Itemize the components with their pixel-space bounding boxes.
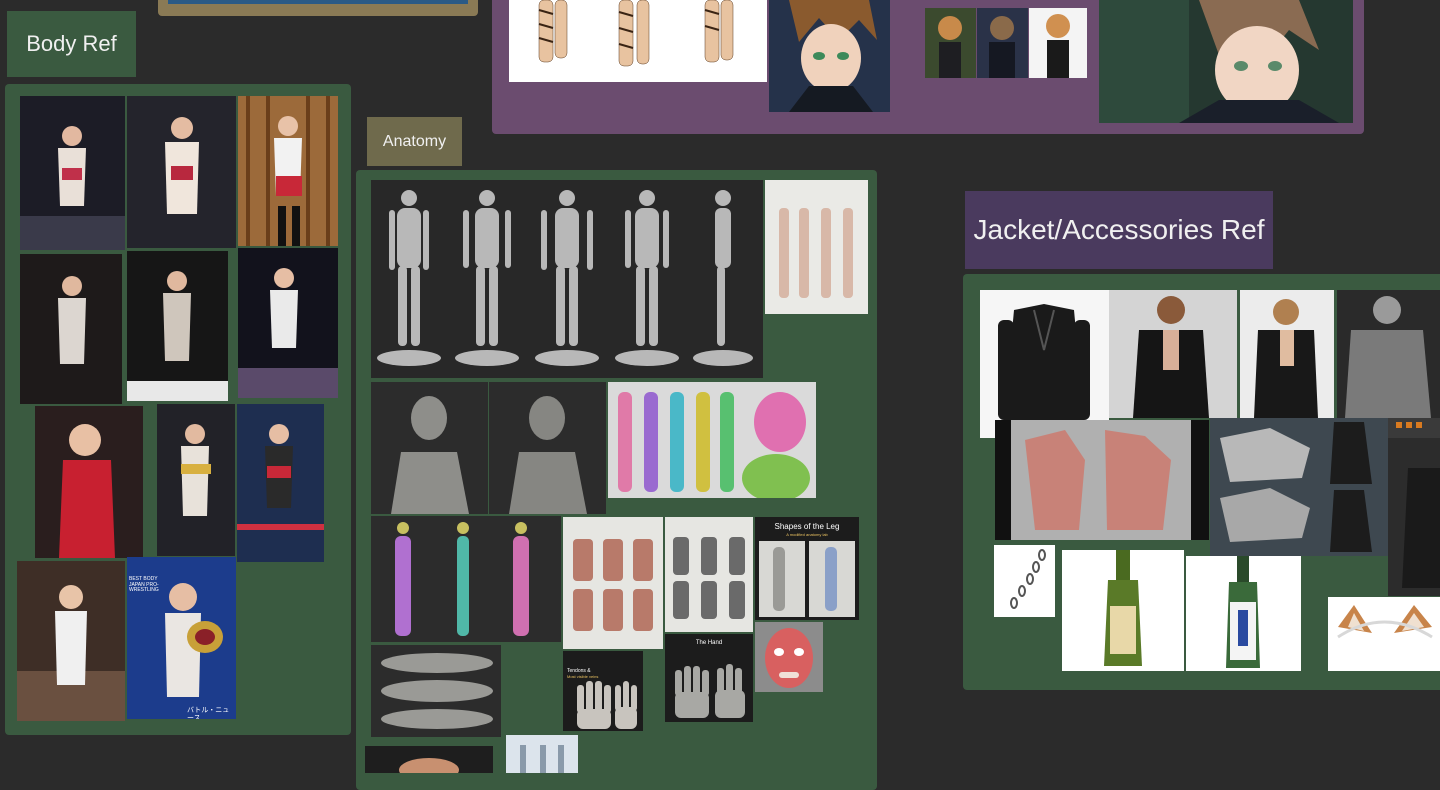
tiger-legs-image[interactable] xyxy=(509,0,767,82)
muscle-chart-sheet-1[interactable] xyxy=(563,517,663,649)
sake-bottle-green[interactable] xyxy=(1062,550,1184,671)
wrestler-photo-10[interactable] xyxy=(17,561,125,721)
anatomy-bottom-thumb-2[interactable] xyxy=(506,735,578,773)
wrestler-photo-6[interactable] xyxy=(238,248,338,398)
colored-figure-views[interactable] xyxy=(371,516,561,642)
chain-accessory[interactable] xyxy=(994,545,1055,617)
cat-ears-headband[interactable] xyxy=(1328,597,1440,671)
muscle-chart-sheet-2[interactable] xyxy=(665,517,753,632)
anatomy-sculpt-turnaround[interactable] xyxy=(371,180,763,378)
face-muscles-image[interactable] xyxy=(755,622,823,692)
jacket-pink-render[interactable] xyxy=(995,420,1209,540)
anime-character-image[interactable] xyxy=(769,0,890,112)
leg-shapes-subtitle: A modified anatomy lab xyxy=(786,532,828,537)
wrestler-photo-3[interactable] xyxy=(238,96,338,246)
anime-thumb-1[interactable] xyxy=(925,8,976,78)
wrestler-belt-photo[interactable]: BEST BODY JAPAN PRO-WRESTLING バトル・ニュース xyxy=(127,557,236,719)
muscle-color-map[interactable] xyxy=(608,382,816,498)
wrestler-photo-4[interactable] xyxy=(20,254,122,404)
wrestler-photo-8[interactable] xyxy=(157,404,235,556)
anime-thumb-3[interactable] xyxy=(1029,8,1087,78)
leg-views-sheet[interactable] xyxy=(765,180,868,314)
body-ref-label[interactable]: Body Ref xyxy=(7,11,136,77)
jacket-3d-grey-turnaround[interactable] xyxy=(1210,418,1388,556)
anatomy-bottom-thumb-1[interactable] xyxy=(365,746,493,773)
wrestler-photo-1[interactable] xyxy=(20,96,125,250)
jacket-accessories-label[interactable]: Jacket/Accessories Ref xyxy=(965,191,1273,269)
leather-jacket-model-1[interactable] xyxy=(1109,290,1237,418)
wrestler-photo-5[interactable] xyxy=(127,251,228,401)
wrestler-photo-2[interactable] xyxy=(127,96,236,248)
belt-banner-text: BEST BODY JAPAN PRO-WRESTLING xyxy=(129,576,159,593)
the-hand-sheet[interactable]: The Hand xyxy=(665,634,753,722)
anime-thumb-2[interactable] xyxy=(977,8,1028,78)
tendons-subtitle: Most visible veins xyxy=(567,674,599,679)
footer-logo-text: バトル・ニュース xyxy=(187,707,230,719)
leg-shapes-title: Shapes of the Leg xyxy=(774,522,840,531)
hand-title: The Hand xyxy=(695,640,723,646)
torso-sculpt-front[interactable] xyxy=(371,382,488,514)
shapes-of-leg-sheet[interactable]: Shapes of the Leg A modified anatomy lab xyxy=(755,517,859,620)
tendons-hand-sheet[interactable]: Tendons & Most visible veins xyxy=(563,651,643,731)
top-tan-group xyxy=(158,0,478,16)
leather-jacket-model-2[interactable] xyxy=(1240,290,1334,418)
wrestler-photo-9[interactable] xyxy=(237,404,324,562)
torso-sculpt-back[interactable] xyxy=(489,382,606,514)
sake-bottle-label[interactable] xyxy=(1186,556,1301,671)
arm-sculpt-views[interactable] xyxy=(371,645,501,737)
anime-wolfgirl-image[interactable] xyxy=(1099,0,1353,123)
leather-jacket-product[interactable] xyxy=(980,290,1109,438)
zbrush-window[interactable] xyxy=(1388,418,1440,596)
wrestler-photo-7[interactable] xyxy=(35,406,143,558)
jacket-3d-model-man[interactable] xyxy=(1337,290,1440,418)
anatomy-label[interactable]: Anatomy xyxy=(367,117,462,166)
